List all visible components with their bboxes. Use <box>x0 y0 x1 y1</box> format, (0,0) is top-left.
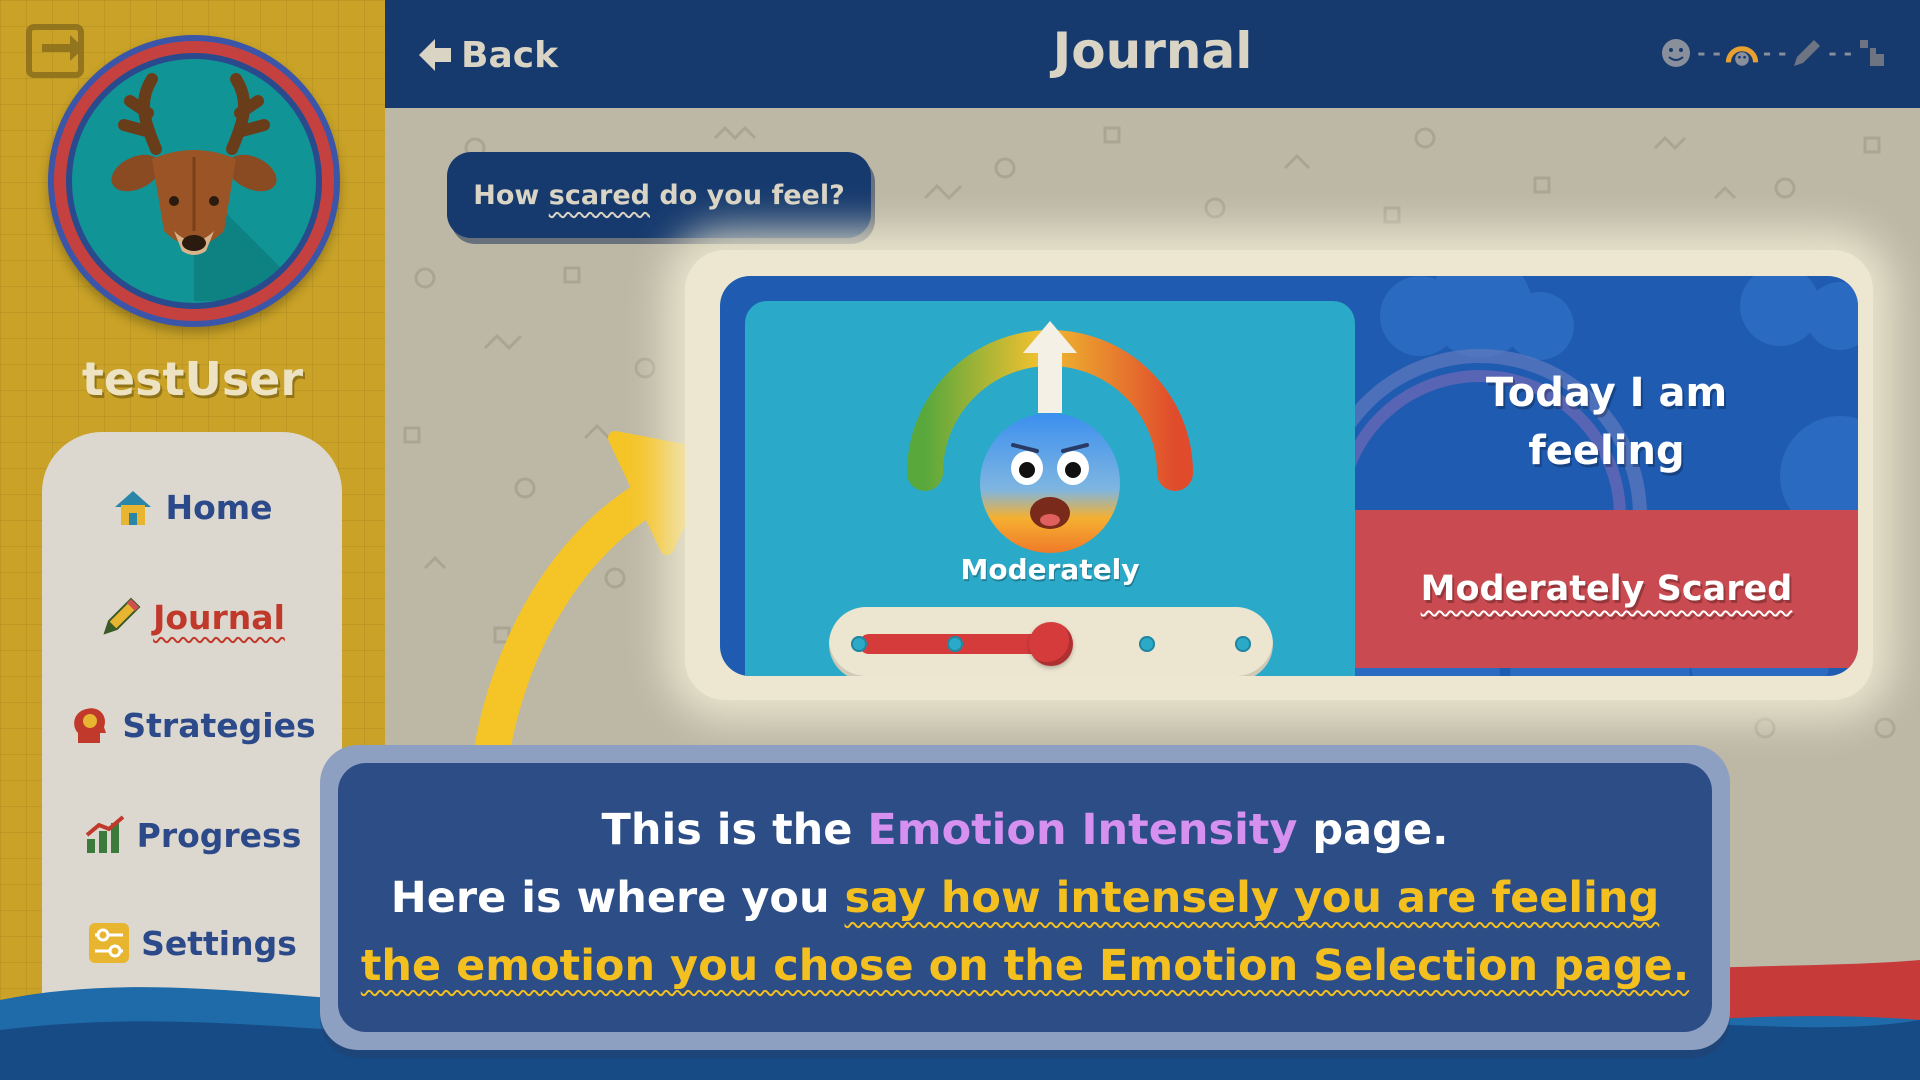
tooltip-text: page. <box>1297 804 1449 855</box>
house-icon <box>115 491 152 525</box>
nav-label-home: Home <box>165 487 273 527</box>
nav-label-strategies: Strategies <box>122 705 316 745</box>
intensity-step-1[interactable] <box>851 636 867 652</box>
step-progress: - - - - - - <box>1659 36 1890 70</box>
step-connector: - - <box>1828 41 1852 65</box>
intensity-level-label: Moderately <box>960 553 1140 586</box>
intensity-gauge-icon <box>907 321 1193 553</box>
nav-item-progress[interactable]: Progress <box>42 800 342 870</box>
pencil-icon <box>1794 40 1821 66</box>
nav-label-settings: Settings <box>141 923 297 963</box>
feeling-result-band: Moderately Scared <box>1355 510 1858 668</box>
question-prefix: How <box>473 179 549 211</box>
question-emotion: scared <box>548 179 650 211</box>
bar-chart-icon <box>85 815 124 853</box>
feeling-heading: Today I am feeling <box>1355 364 1858 480</box>
intensity-card: Moderately Today I am feeling Moderately… <box>720 276 1858 676</box>
header: Back Journal - - - - - - <box>385 0 1920 108</box>
deer-icon <box>111 73 314 301</box>
tooltip-line-1: This is the Emotion Intensity page. <box>602 796 1449 864</box>
nav-item-home[interactable]: Home <box>42 472 342 542</box>
feeling-heading-line2: feeling <box>1528 428 1685 474</box>
intensity-step-4[interactable] <box>1139 636 1155 652</box>
intensity-slider-thumb[interactable] <box>1029 622 1073 666</box>
tooltip-text: Here is where you <box>390 872 845 923</box>
feeling-heading-line1: Today I am <box>1485 370 1728 416</box>
nav-label-progress: Progress <box>136 815 302 855</box>
step-connector: - - <box>1697 41 1721 65</box>
tutorial-tooltip[interactable]: This is the Emotion Intensity page. Here… <box>338 763 1712 1032</box>
pointer-icon <box>1860 40 1884 66</box>
pencil-icon <box>103 597 141 635</box>
step-connector: - - <box>1762 41 1787 65</box>
tooltip-highlight: the emotion you chose on the Emotion Sel… <box>360 940 1690 991</box>
logout-icon[interactable] <box>26 24 84 78</box>
username: testUser <box>81 352 304 406</box>
intensity-slider[interactable] <box>829 607 1273 676</box>
nav-item-journal[interactable]: Journal <box>42 582 342 652</box>
emotion-face-icon <box>1662 39 1691 67</box>
tooltip-highlight: say how intensely you are feeling <box>844 872 1660 923</box>
feeling-summary: Today I am feeling Moderately Scared <box>1355 276 1858 676</box>
question-suffix: do you feel? <box>650 179 845 211</box>
intensity-step-5[interactable] <box>1235 636 1251 652</box>
sliders-icon <box>89 923 130 963</box>
intensity-step-2[interactable] <box>947 636 963 652</box>
tooltip-line-2: Here is where you say how intensely you … <box>391 864 1660 932</box>
nav-item-strategies[interactable]: Strategies <box>42 690 342 760</box>
tooltip-page-name: Emotion Intensity <box>867 804 1298 855</box>
head-icon <box>74 708 107 743</box>
intensity-gauge-icon <box>1725 46 1758 66</box>
tooltip-text: This is the <box>601 804 868 855</box>
avatar[interactable] <box>48 35 340 327</box>
intensity-panel: Moderately <box>745 301 1355 676</box>
nav-label-journal: Journal <box>153 597 285 637</box>
tooltip-line-3: the emotion you chose on the Emotion Sel… <box>361 932 1689 1000</box>
feeling-result: Moderately Scared <box>1420 569 1793 609</box>
question-prompt: How scared do you feel? <box>447 152 871 238</box>
